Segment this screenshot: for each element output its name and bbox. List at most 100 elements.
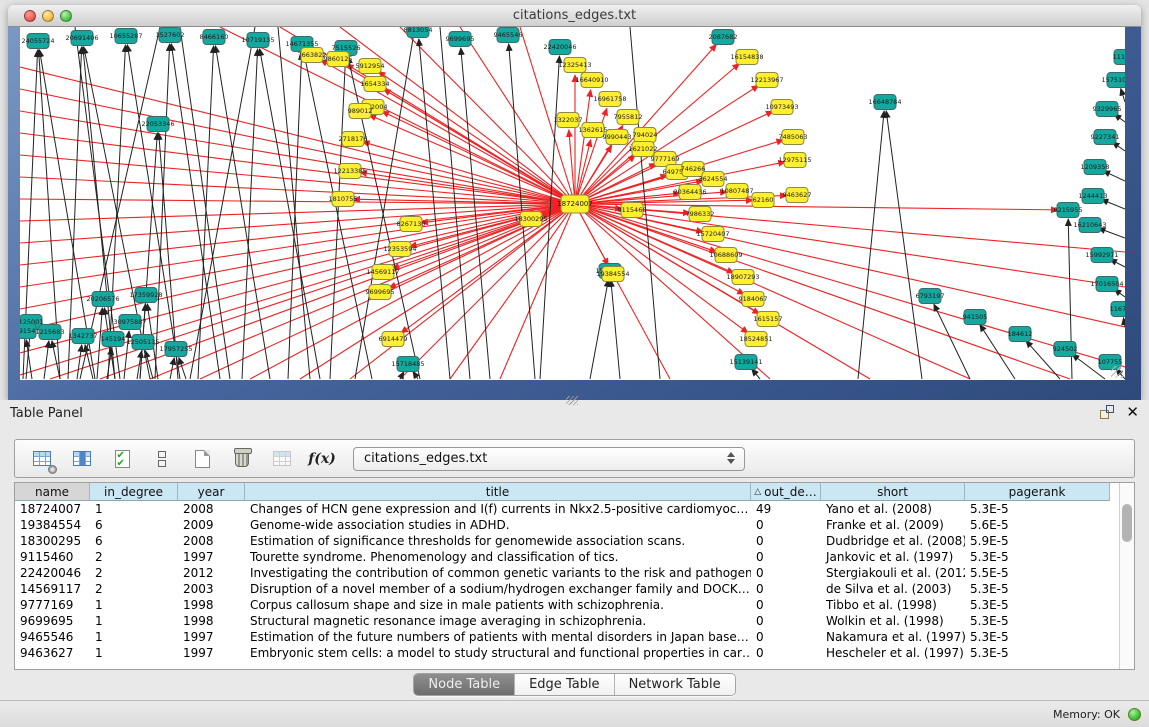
table-row[interactable]: 977716911998Corpus callosum shape and si… xyxy=(15,597,1119,613)
table-cell[interactable]: 19384554 xyxy=(15,517,90,533)
table-cell[interactable]: 0 xyxy=(751,549,821,565)
graph-node[interactable]: 8267130 xyxy=(397,217,426,232)
table-cell[interactable]: Yano et al. (2008) xyxy=(821,501,965,517)
table-cell[interactable]: 1998 xyxy=(178,613,245,629)
table-cell[interactable]: 5.5E-5 xyxy=(965,565,1110,581)
table-cell[interactable]: 1998 xyxy=(178,597,245,613)
table-row[interactable]: 946362711997Embryonic stem cells: a mode… xyxy=(15,645,1119,661)
table-cell[interactable]: 2012 xyxy=(178,565,245,581)
graph-node[interactable]: 5912954 xyxy=(356,59,385,74)
table-cell[interactable]: 1997 xyxy=(178,549,245,565)
table-cell[interactable]: Jankovic et al. (1997) xyxy=(821,549,965,565)
graph-node[interactable]: 30975887 xyxy=(113,315,146,330)
graph-node[interactable]: 10655287 xyxy=(109,29,142,44)
column-header-year[interactable]: year xyxy=(178,483,245,501)
table-cell[interactable]: 9463627 xyxy=(15,645,90,661)
column-chooser-icon[interactable] xyxy=(69,447,95,471)
graph-node[interactable]: 9990443 xyxy=(603,130,632,145)
graph-node[interactable]: 22053346 xyxy=(141,117,174,132)
graph-node[interactable]: 7485063 xyxy=(779,130,808,145)
graph-node[interactable]: 16648784 xyxy=(868,95,901,110)
select-all-icon[interactable]: ✔✔ xyxy=(109,447,135,471)
table-cell[interactable]: 2008 xyxy=(178,501,245,517)
graph-node[interactable]: 8215955 xyxy=(1054,203,1083,218)
table-cell[interactable]: 1 xyxy=(90,501,178,517)
graph-node[interactable]: 16640910 xyxy=(575,73,608,88)
table-cell[interactable]: Corpus callosum shape and size in male p… xyxy=(245,597,751,613)
column-header-name[interactable]: name xyxy=(15,483,90,501)
network-canvas[interactable]: 2405572420691406106552871527602846616010… xyxy=(20,27,1125,380)
table-cell[interactable]: 9699695 xyxy=(15,613,90,629)
table-cell[interactable]: 1 xyxy=(90,613,178,629)
table-cell[interactable]: 0 xyxy=(751,581,821,597)
column-header-short[interactable]: short xyxy=(821,483,965,501)
table-cell[interactable]: Embryonic stem cells: a model to study s… xyxy=(245,645,751,661)
canvas-resize-grip-icon[interactable] xyxy=(1111,366,1123,378)
graph-node[interactable]: 6793197 xyxy=(916,289,945,304)
window-titlebar[interactable]: citations_edges.txt xyxy=(8,5,1141,27)
table-cell[interactable]: 6 xyxy=(90,533,178,549)
graph-node[interactable]: 1615157 xyxy=(754,312,783,327)
graph-node[interactable]: 24055724 xyxy=(21,34,54,49)
graph-node[interactable]: 7986332 xyxy=(686,207,715,222)
graph-node[interactable]: 22420046 xyxy=(543,40,576,55)
tab-network-table[interactable]: Network Table xyxy=(615,674,735,695)
graph-node[interactable]: 8466160 xyxy=(200,30,229,45)
graph-node[interactable]: 12325413 xyxy=(558,58,591,73)
table-cell[interactable]: 1 xyxy=(90,645,178,661)
column-header-pagerank[interactable]: pagerank xyxy=(965,483,1110,501)
table-cell[interactable]: Franke et al. (2009) xyxy=(821,517,965,533)
table-cell[interactable]: 0 xyxy=(751,613,821,629)
table-cell[interactable]: Tourette syndrome. Phenomenology and cla… xyxy=(245,549,751,565)
new-table-icon[interactable] xyxy=(189,447,215,471)
table-cell[interactable]: 2 xyxy=(90,565,178,581)
graph-node[interactable]: 145194 xyxy=(101,332,126,347)
table-cell[interactable]: 5.3E-5 xyxy=(965,501,1110,517)
table-cell[interactable]: Wolkin et al. (1998) xyxy=(821,613,965,629)
table-cell[interactable]: 49 xyxy=(751,501,821,517)
graph-node[interactable]: 16210643 xyxy=(1073,218,1106,233)
table-cell[interactable]: 5.3E-5 xyxy=(965,549,1110,565)
table-row[interactable]: 2242004622012Investigating the contribut… xyxy=(15,565,1119,581)
table-cell[interactable]: 5.3E-5 xyxy=(965,597,1110,613)
table-cell[interactable]: 9115460 xyxy=(15,549,90,565)
graph-node[interactable]: 1215683 xyxy=(36,325,65,340)
table-cell[interactable]: Dudbridge et al. (2008) xyxy=(821,533,965,549)
table-cell[interactable]: 5.6E-5 xyxy=(965,517,1110,533)
table-scrollbar-thumb[interactable] xyxy=(1122,504,1132,542)
graph-node[interactable]: 924502 xyxy=(1053,342,1078,357)
table-cell[interactable]: 5.9E-5 xyxy=(965,533,1110,549)
graph-node[interactable]: 9115460 xyxy=(618,203,647,218)
table-cell[interactable]: Hescheler et al. (1997) xyxy=(821,645,965,661)
row-height-icon[interactable] xyxy=(149,447,175,471)
graph-node[interactable]: 1342737 xyxy=(69,329,98,344)
table-cell[interactable]: 5.3E-5 xyxy=(965,629,1110,645)
graph-node[interactable]: 17957255 xyxy=(159,342,192,357)
table-cell[interactable]: Estimation of significance thresholds fo… xyxy=(245,533,751,549)
graph-node[interactable]: 9699695 xyxy=(366,285,395,300)
graph-node[interactable]: 2718176 xyxy=(339,132,368,147)
tab-edge-table[interactable]: Edge Table xyxy=(515,674,614,695)
table-cell[interactable]: 22420046 xyxy=(15,565,90,581)
table-cell[interactable]: Genome-wide association studies in ADHD. xyxy=(245,517,751,533)
table-selector-dropdown[interactable]: citations_edges.txt xyxy=(353,447,745,471)
graph-node[interactable]: 12975115 xyxy=(778,153,811,168)
graph-node[interactable]: 184612 xyxy=(1008,327,1033,342)
table-cell[interactable]: Disruption of a novel member of a sodium… xyxy=(245,581,751,597)
graph-node[interactable]: 116753 xyxy=(1110,302,1125,317)
graph-node[interactable]: 15720407 xyxy=(696,227,729,242)
graph-node[interactable]: 10688609 xyxy=(709,248,742,263)
table-cell[interactable]: 2009 xyxy=(178,517,245,533)
table-cell[interactable]: 5.3E-5 xyxy=(965,645,1110,661)
table-cell[interactable]: Tibbo et al. (1998) xyxy=(821,597,965,613)
table-row[interactable]: 1456911722003Disruption of a novel membe… xyxy=(15,581,1119,597)
table-cell[interactable]: 0 xyxy=(751,645,821,661)
table-row[interactable]: 1938455462009Genome-wide association stu… xyxy=(15,517,1119,533)
table-cell[interactable]: 2 xyxy=(90,549,178,565)
tab-node-table[interactable]: Node Table xyxy=(414,674,515,695)
table-cell[interactable]: 14569117 xyxy=(15,581,90,597)
graph-node[interactable]: 9699695 xyxy=(446,32,475,47)
graph-node[interactable]: 12505135 xyxy=(126,335,159,350)
graph-node[interactable]: 16961758 xyxy=(593,92,626,107)
graph-node[interactable]: 2087682 xyxy=(709,30,738,45)
